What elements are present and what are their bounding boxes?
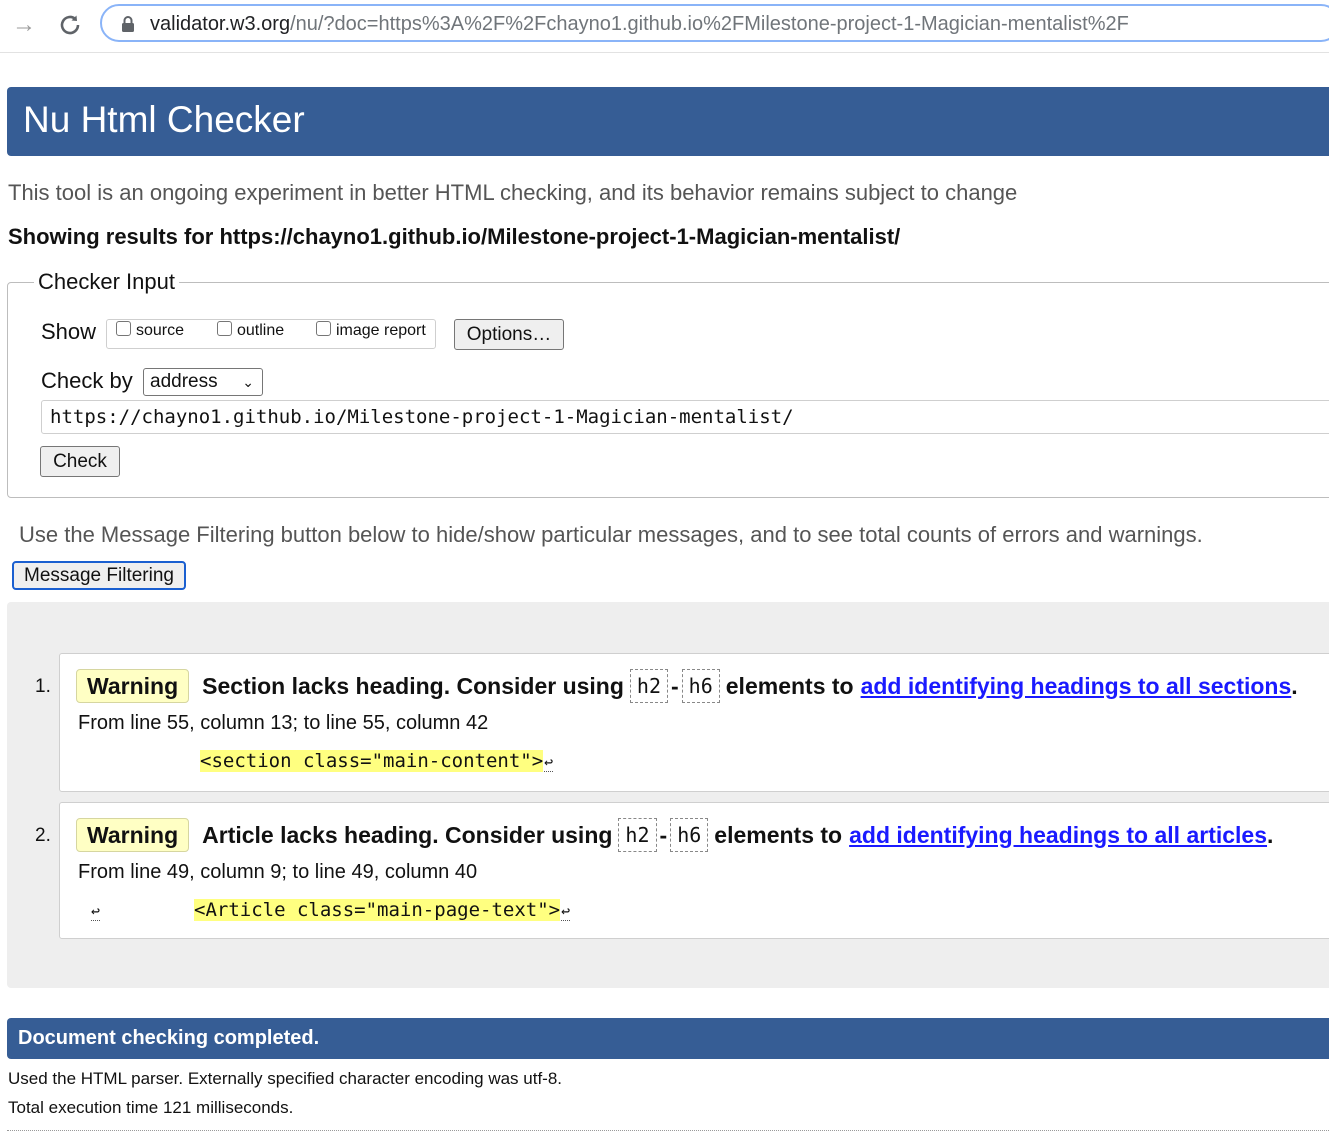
message-middle: elements to: [714, 821, 843, 848]
check-by-value: address: [150, 371, 218, 392]
page-title: Nu Html Checker: [23, 99, 305, 140]
code-extract: ↩ <Article class="main-page-text">↩: [90, 899, 571, 921]
message-text: Warning Article lacks heading. Consider …: [76, 818, 1273, 852]
check-button[interactable]: Check: [40, 446, 120, 477]
message-filtering-button[interactable]: Message Filtering: [12, 561, 186, 590]
address-bar[interactable]: validator.w3.org/nu/?doc=https%3A%2F%2Fc…: [100, 4, 1329, 42]
checkbox-box[interactable]: [316, 320, 331, 336]
checkbox-box[interactable]: [217, 320, 232, 336]
completion-heading: Document checking completed.: [18, 1027, 320, 1049]
divider: [7, 1130, 1329, 1131]
message-help-link[interactable]: add identifying headings to all sections: [861, 673, 1292, 700]
code-extract: <section class="main-content">↩: [200, 750, 554, 772]
warning-badge: Warning: [76, 818, 190, 852]
code-element: h6: [681, 669, 720, 703]
range-dash: -: [659, 821, 668, 848]
document-url-input[interactable]: https://chayno1.github.io/Milestone-proj…: [41, 400, 1329, 434]
chevron-down-icon: ⌄: [242, 374, 254, 390]
show-label: Show: [41, 319, 97, 344]
message-item: Warning Section lacks heading. Consider …: [59, 653, 1329, 792]
checker-input-legend: Checker Input: [34, 269, 179, 295]
message-text: Warning Section lacks heading. Consider …: [76, 669, 1298, 703]
message-period: .: [1267, 821, 1274, 848]
message-number: 2.: [35, 825, 51, 846]
check-by-select[interactable]: address ⌄: [143, 368, 263, 396]
message-item: Warning Article lacks heading. Consider …: [59, 802, 1329, 939]
browser-toolbar: → validator.w3.org/nu/?doc=https%3A%2F%2…: [0, 0, 1329, 53]
checkbox-label: source: [136, 322, 185, 339]
warning-badge: Warning: [76, 669, 190, 703]
show-options-group: source outline image report: [106, 319, 436, 349]
message-location: From line 55, column 13; to line 55, col…: [78, 712, 489, 734]
message-number: 1.: [35, 676, 51, 697]
url-host: validator.w3.org: [150, 13, 291, 35]
show-source-checkbox[interactable]: source: [116, 320, 185, 340]
checkbox-label: outline: [237, 322, 285, 339]
return-icon: ↩: [91, 902, 101, 921]
message-help-link[interactable]: add identifying headings to all articles: [849, 822, 1267, 849]
checkbox-label: image report: [336, 322, 426, 339]
check-by-label: Check by: [41, 368, 133, 393]
message-middle: elements to: [725, 672, 854, 699]
range-dash: -: [671, 672, 679, 699]
options-button[interactable]: Options…: [454, 319, 564, 350]
message-filtering-hint: Use the Message Filtering button below t…: [19, 522, 1203, 547]
address-bar-url: validator.w3.org/nu/?doc=https%3A%2F%2Fc…: [150, 13, 1129, 36]
message-summary: Section lacks heading. Consider using: [202, 672, 624, 699]
message-summary: Article lacks heading. Consider using: [202, 821, 613, 848]
code-element: h2: [618, 818, 657, 852]
return-icon: ↩: [561, 902, 571, 921]
url-path: /nu/?doc=https%3A%2F%2Fchayno1.github.io…: [290, 13, 1129, 35]
lock-icon[interactable]: [120, 15, 136, 33]
code-element: h6: [670, 818, 709, 852]
show-image-report-checkbox[interactable]: image report: [316, 320, 426, 340]
results-heading: Showing results for https://chayno1.gith…: [8, 224, 901, 249]
execution-time: Total execution time 121 milliseconds.: [8, 1098, 294, 1117]
checker-input-fieldset: Checker Input Show source outline image …: [7, 269, 1329, 498]
intro-text: This tool is an ongoing experiment in be…: [8, 180, 1018, 205]
completion-banner: Document checking completed.: [7, 1018, 1329, 1059]
forward-arrow-icon[interactable]: →: [10, 11, 38, 39]
message-period: .: [1291, 672, 1298, 699]
code-element: h2: [629, 669, 668, 703]
highlighted-code: <Article class="main-page-text">: [194, 899, 561, 921]
title-banner: Nu Html Checker: [7, 87, 1329, 156]
checkbox-box[interactable]: [116, 320, 131, 336]
message-location: From line 49, column 9; to line 49, colu…: [78, 861, 478, 883]
results-panel: 1. Warning Section lacks heading. Consid…: [7, 602, 1329, 988]
return-icon: ↩: [544, 753, 554, 772]
parser-note: Used the HTML parser. Externally specifi…: [8, 1069, 563, 1088]
reload-icon[interactable]: [55, 10, 85, 40]
show-outline-checkbox[interactable]: outline: [217, 320, 285, 340]
highlighted-code: <section class="main-content">: [200, 750, 544, 772]
